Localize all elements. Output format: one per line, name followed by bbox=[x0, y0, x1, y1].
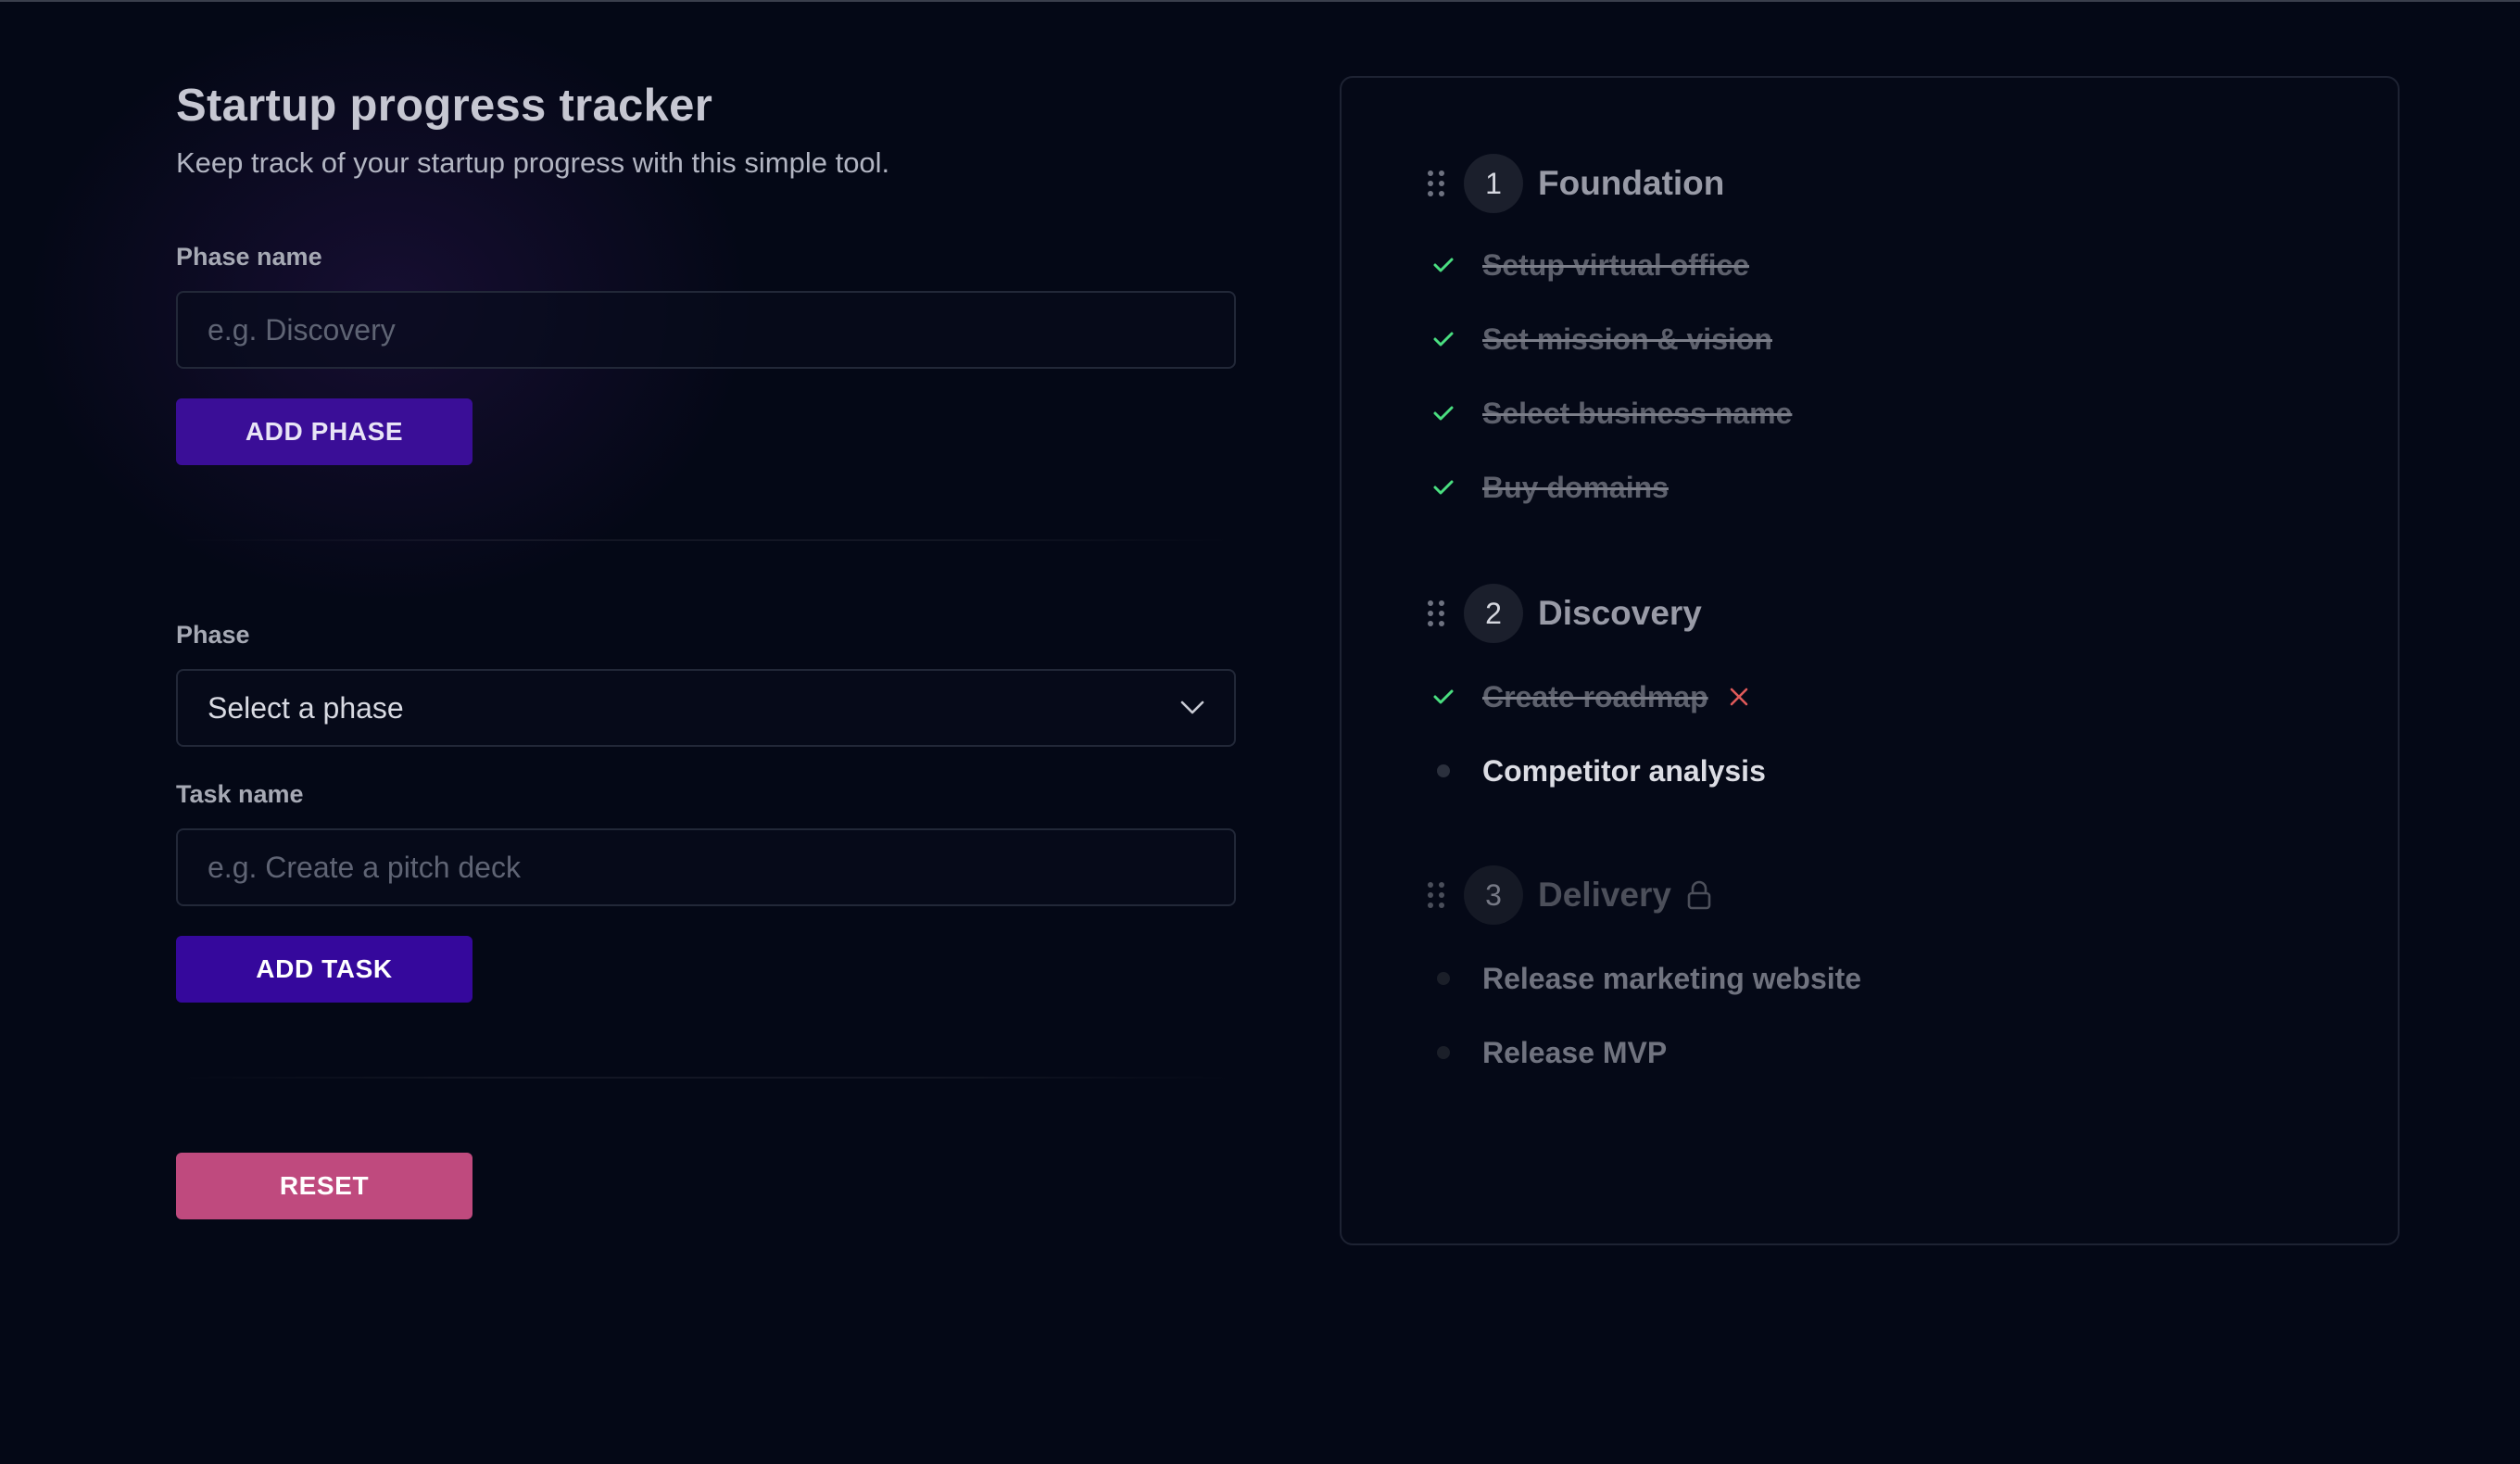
lock-icon bbox=[1687, 880, 1711, 910]
task-name-input[interactable]: e.g. Create a pitch deck bbox=[176, 828, 1236, 906]
phase-select-label: Phase bbox=[176, 621, 250, 649]
task-item: Release marketing website bbox=[1427, 958, 1861, 999]
task-item[interactable]: Competitor analysis bbox=[1427, 751, 1766, 791]
phase-select[interactable]: Select a phase bbox=[176, 669, 1236, 747]
dot-icon bbox=[1437, 764, 1450, 777]
reset-button[interactable]: RESET bbox=[176, 1153, 472, 1219]
section-divider bbox=[176, 539, 1236, 541]
grip-dots-icon[interactable] bbox=[1427, 170, 1445, 197]
task-name: Competitor analysis bbox=[1482, 753, 1766, 788]
task-item[interactable]: Buy domains bbox=[1427, 467, 1669, 508]
phase-name-placeholder: e.g. Discovery bbox=[208, 312, 396, 347]
page-subtitle: Keep track of your startup progress with… bbox=[176, 146, 890, 179]
progress-panel: 1 Foundation Setup virtual office Set mi… bbox=[1340, 76, 2400, 1245]
phase-header-delivery: 3 Delivery bbox=[1427, 865, 1712, 925]
task-item: Release MVP bbox=[1427, 1032, 1667, 1073]
task-name-placeholder: e.g. Create a pitch deck bbox=[208, 850, 521, 884]
phase-header-discovery: 2 Discovery bbox=[1427, 584, 1702, 643]
task-name-label: Task name bbox=[176, 780, 304, 808]
check-icon bbox=[1433, 332, 1454, 347]
task-name: Release marketing website bbox=[1482, 961, 1862, 995]
phase-header-foundation: 1 Foundation bbox=[1427, 154, 1724, 213]
section-divider bbox=[176, 1077, 1236, 1079]
phase-name-input[interactable]: e.g. Discovery bbox=[176, 291, 1236, 369]
add-task-button[interactable]: ADD TASK bbox=[176, 936, 472, 1003]
task-name: Setup virtual office bbox=[1482, 247, 1750, 282]
close-icon[interactable] bbox=[1729, 687, 1749, 707]
phase-name: Delivery bbox=[1538, 876, 1671, 914]
task-name: Set mission & vision bbox=[1482, 322, 1772, 356]
task-item[interactable]: Setup virtual office bbox=[1427, 245, 1749, 285]
chevron-down-icon bbox=[1180, 700, 1204, 714]
task-item[interactable]: Create roadmap bbox=[1427, 676, 1749, 717]
form-column: Startup progress tracker Keep track of y… bbox=[176, 78, 1236, 1219]
task-name: Create roadmap bbox=[1482, 679, 1708, 713]
grip-dots-icon[interactable] bbox=[1427, 599, 1445, 627]
dot-icon bbox=[1437, 972, 1450, 985]
dot-icon bbox=[1437, 1046, 1450, 1059]
phase-number: 2 bbox=[1464, 584, 1523, 643]
phase-name: Discovery bbox=[1538, 594, 1702, 632]
phase-select-value: Select a phase bbox=[208, 690, 404, 725]
phase-name: Foundation bbox=[1538, 164, 1725, 202]
grip-dots-icon[interactable] bbox=[1427, 881, 1445, 909]
check-icon bbox=[1433, 689, 1454, 704]
task-form: Phase Select a phase Task name e.g. Crea… bbox=[176, 619, 1236, 1003]
window-top-border bbox=[0, 0, 2520, 2]
task-name: Buy domains bbox=[1482, 470, 1669, 504]
check-icon bbox=[1433, 480, 1454, 495]
task-name: Release MVP bbox=[1482, 1035, 1668, 1069]
task-item[interactable]: Set mission & vision bbox=[1427, 319, 1772, 360]
phase-name-label: Phase name bbox=[176, 243, 322, 271]
check-icon bbox=[1433, 406, 1454, 421]
task-name: Select business name bbox=[1482, 396, 1793, 430]
add-phase-button[interactable]: ADD PHASE bbox=[176, 398, 472, 465]
phase-number: 1 bbox=[1464, 154, 1523, 213]
phase-number: 3 bbox=[1464, 865, 1523, 925]
check-icon bbox=[1433, 258, 1454, 272]
task-item[interactable]: Select business name bbox=[1427, 393, 1792, 434]
phase-form: Phase name e.g. Discovery ADD PHASE bbox=[176, 241, 1236, 465]
page-title: Startup progress tracker bbox=[176, 81, 713, 131]
